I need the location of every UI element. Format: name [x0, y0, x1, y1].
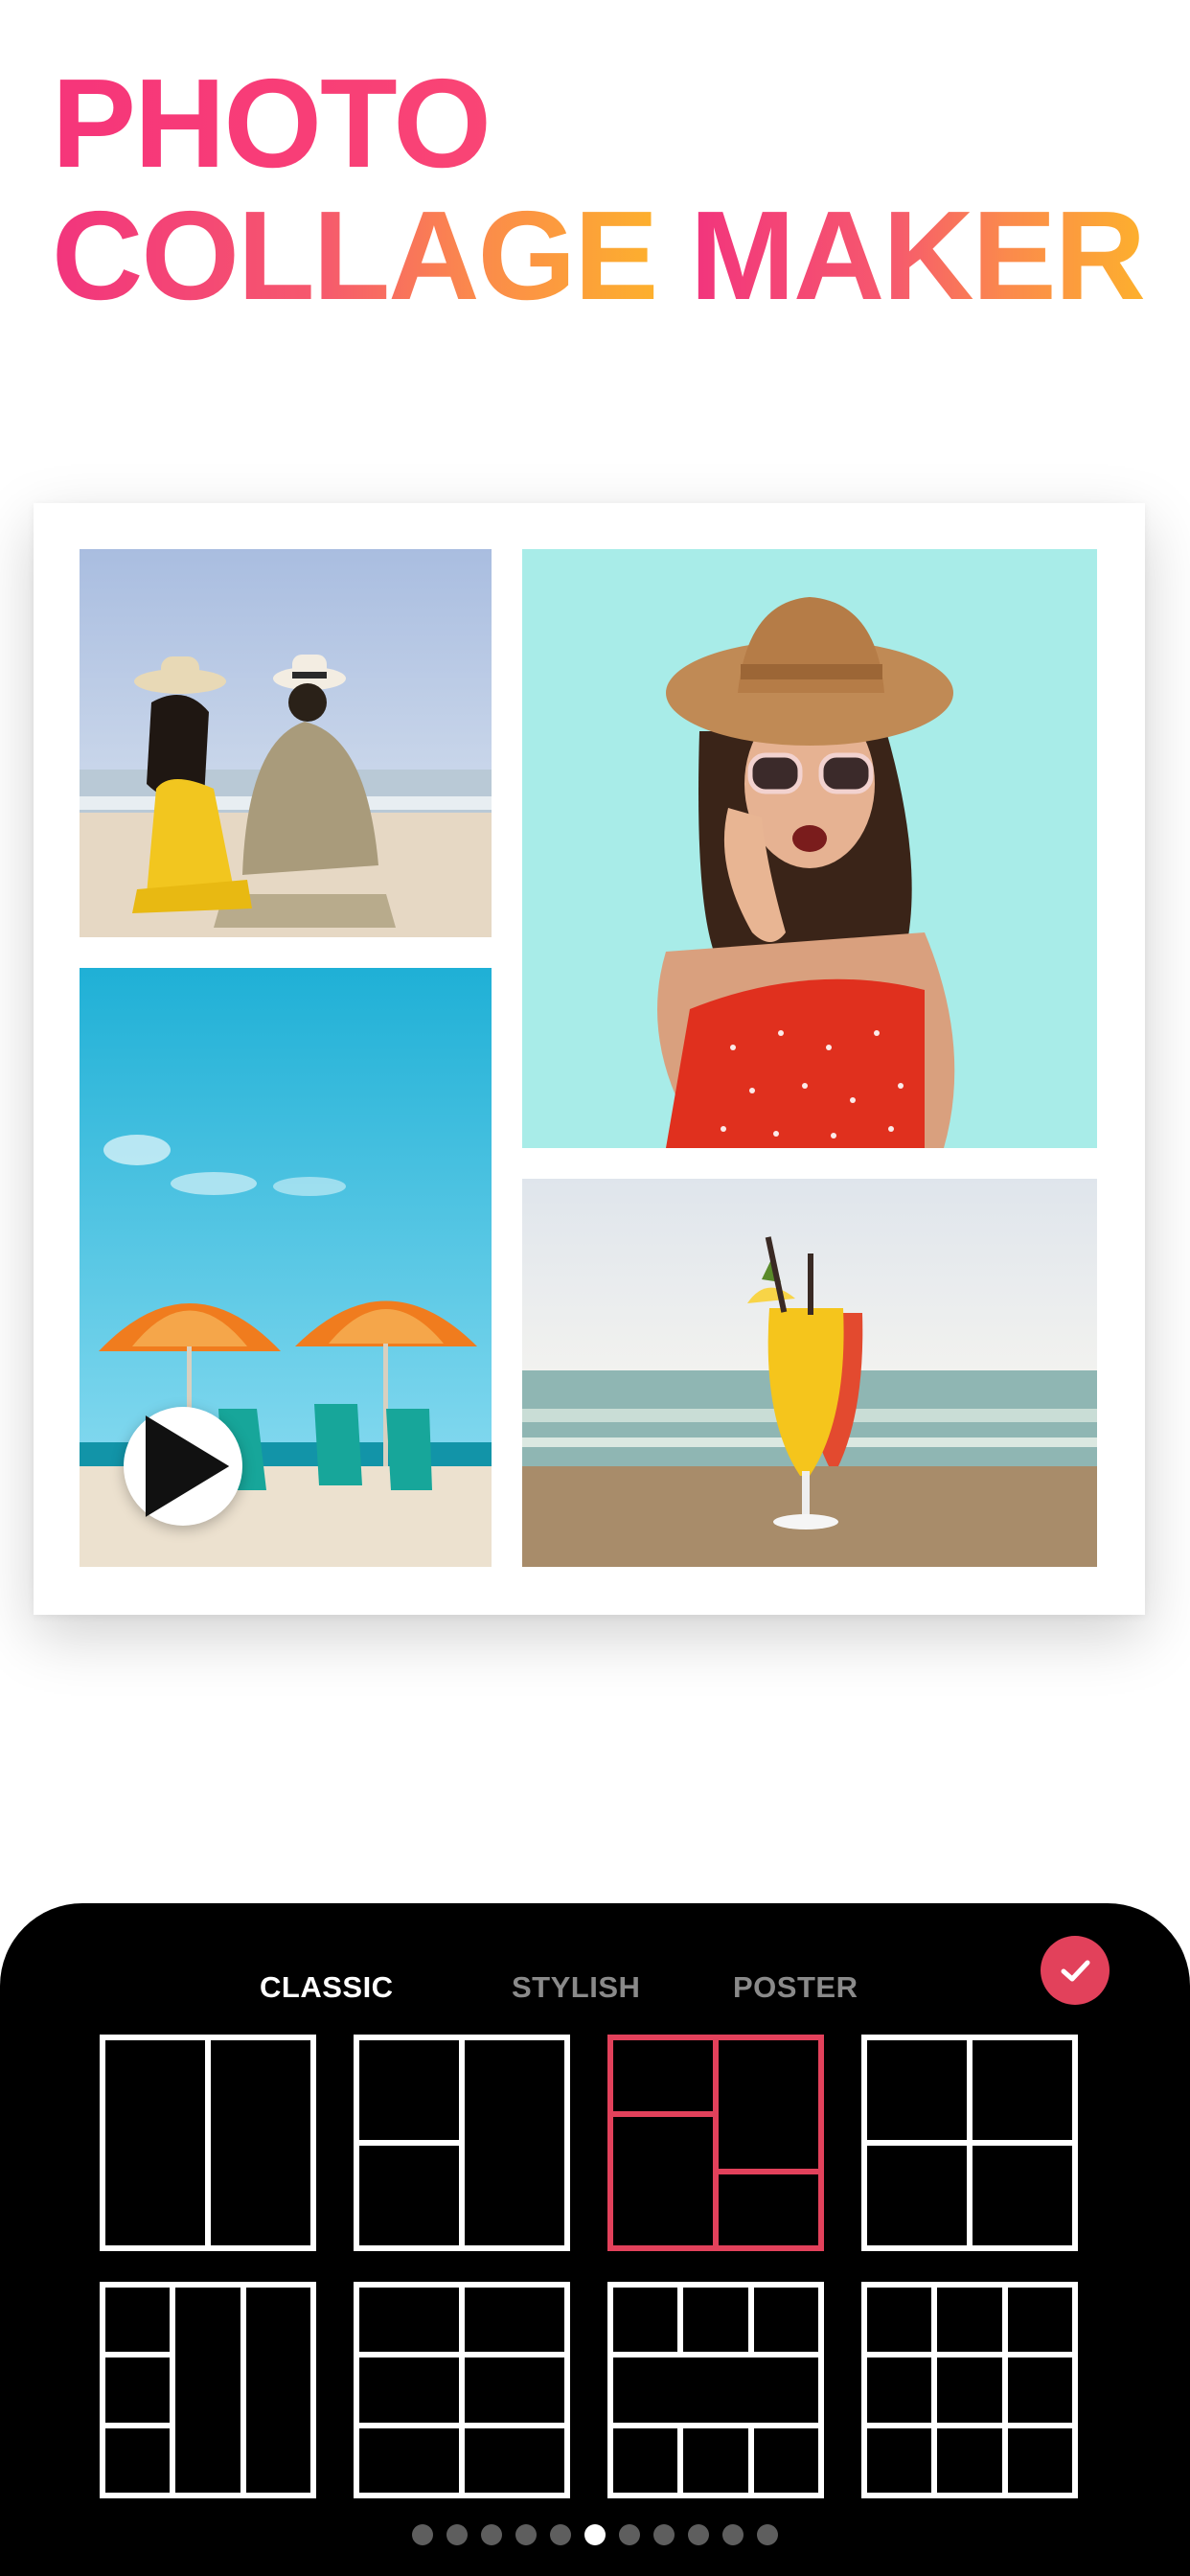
page-dot-7[interactable]: [619, 2524, 640, 2545]
page-dot-5[interactable]: [550, 2524, 571, 2545]
layout-nine-grid-icon: [861, 2282, 1078, 2498]
woman-red-dress-image: [522, 549, 1097, 1148]
couple-beach-image: [80, 549, 492, 937]
layout-banner-middle-icon: [607, 2282, 824, 2498]
tab-stylish[interactable]: STYLISH: [512, 1970, 640, 2005]
page-dot-11[interactable]: [757, 2524, 778, 2545]
page-dot-2[interactable]: [446, 2524, 468, 2545]
layout-four-grid[interactable]: [861, 2035, 1078, 2251]
headline-line-2: COLLAGE MAKER: [52, 190, 1146, 322]
layout-banner-middle[interactable]: [607, 2282, 824, 2498]
layout-nine-grid[interactable]: [861, 2282, 1078, 2498]
layout-two-columns[interactable]: [100, 2035, 316, 2251]
page-dot-9[interactable]: [688, 2524, 709, 2545]
layout-six-grid[interactable]: [354, 2282, 570, 2498]
page-dot-4[interactable]: [515, 2524, 537, 2545]
page-dot-8[interactable]: [653, 2524, 675, 2545]
layout-staggered-icon: [607, 2035, 824, 2251]
confirm-button[interactable]: [1041, 1936, 1110, 2005]
collage-preview: [34, 503, 1145, 1615]
layout-staggered-selected[interactable]: [607, 2035, 824, 2251]
tab-poster[interactable]: POSTER: [733, 1970, 858, 2005]
play-icon: [145, 1415, 230, 1517]
layout-left-split-icon: [354, 2035, 570, 2251]
woman-red-dress-photo[interactable]: [522, 549, 1097, 1148]
page-indicator: [0, 2524, 1190, 2547]
cocktail-beach-image: [522, 1179, 1097, 1567]
headline-collage: COLLAGE: [52, 185, 658, 326]
page-dot-1[interactable]: [412, 2524, 433, 2545]
tab-classic[interactable]: CLASSIC: [260, 1970, 394, 2005]
layout-six-grid-icon: [354, 2282, 570, 2498]
page-dot-3[interactable]: [481, 2524, 502, 2545]
app-headline: PHOTO COLLAGE MAKER: [52, 58, 1146, 322]
couple-beach-photo[interactable]: [80, 549, 492, 937]
layout-two-columns-icon: [100, 2035, 316, 2251]
page-dot-10[interactable]: [722, 2524, 744, 2545]
headline-line-1: PHOTO: [52, 58, 1144, 190]
layout-four-grid-icon: [861, 2035, 1078, 2251]
layout-three-columns-split-icon: [100, 2282, 316, 2498]
layout-panel: CLASSIC STYLISH POSTER: [0, 1903, 1190, 2576]
checkmark-icon: [1061, 1960, 1090, 1982]
play-button[interactable]: [124, 1407, 242, 1526]
layout-three-columns-split[interactable]: [100, 2282, 316, 2498]
headline-maker: MAKER: [690, 185, 1146, 326]
layout-left-split[interactable]: [354, 2035, 570, 2251]
beach-umbrellas-video[interactable]: [80, 968, 492, 1567]
cocktail-beach-photo[interactable]: [522, 1179, 1097, 1567]
page-dot-6-active[interactable]: [584, 2524, 606, 2545]
